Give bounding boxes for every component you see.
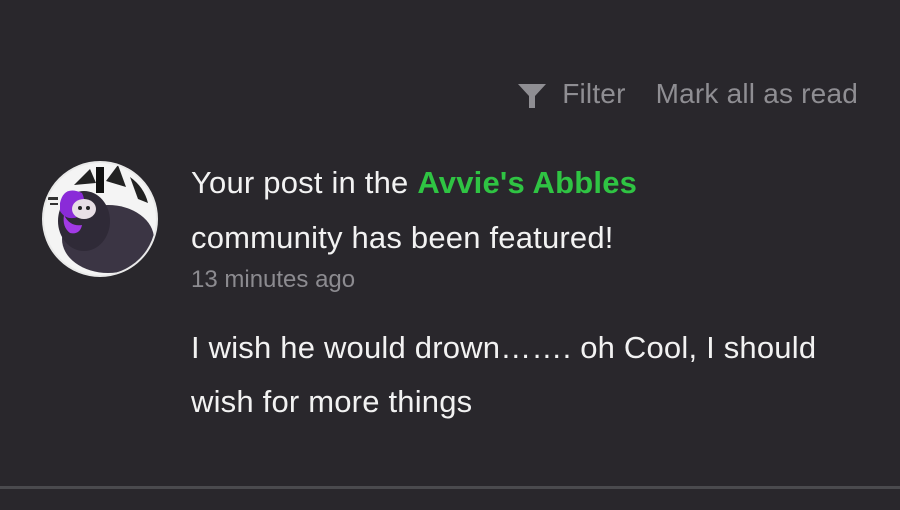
filter-label: Filter bbox=[562, 78, 626, 109]
notifications-screen: Filter Mark all as read Your post in the… bbox=[0, 0, 900, 510]
title-suffix: community has been featured! bbox=[191, 220, 614, 255]
notification-timestamp: 13 minutes ago bbox=[191, 266, 356, 293]
notification-content: Your post in the Avvie's Abbles communit… bbox=[191, 155, 851, 429]
community-link[interactable]: Avvie's Abbles bbox=[417, 165, 637, 200]
notification-title: Your post in the Avvie's Abbles communit… bbox=[191, 155, 851, 265]
avatar[interactable] bbox=[42, 161, 158, 277]
title-prefix: Your post in the bbox=[191, 165, 418, 200]
filter-button[interactable]: Filter bbox=[516, 76, 625, 112]
filter-funnel-icon bbox=[516, 80, 548, 112]
mark-all-read-button[interactable]: Mark all as read bbox=[656, 78, 858, 110]
notifications-toolbar: Filter Mark all as read bbox=[516, 76, 858, 112]
notification-message: I wish he would drown……. oh Cool, I shou… bbox=[191, 330, 817, 419]
list-divider bbox=[0, 486, 900, 489]
user-avatar-icon bbox=[44, 163, 156, 275]
